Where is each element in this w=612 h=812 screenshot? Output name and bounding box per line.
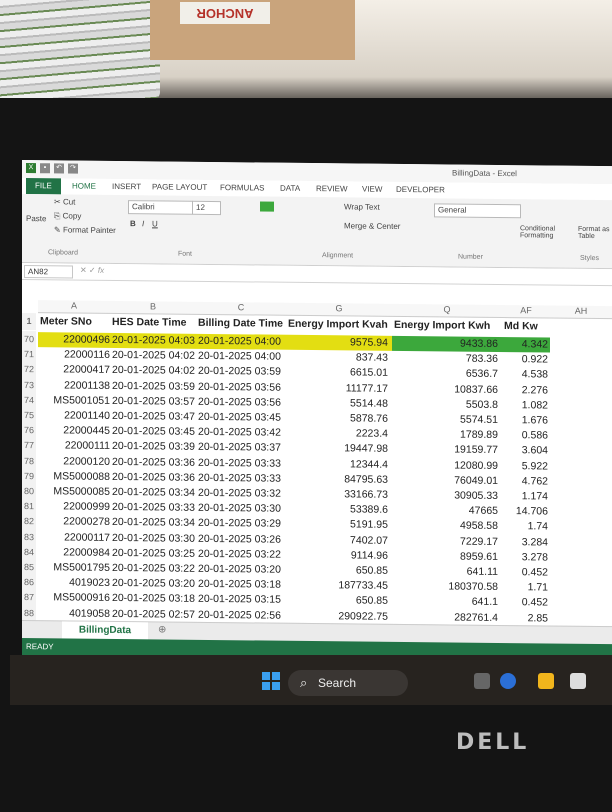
italic-button[interactable]: I [142, 219, 144, 228]
underline-button[interactable]: U [152, 219, 158, 228]
tab-developer[interactable]: DEVELOPER [396, 185, 445, 195]
fx-label: fx [97, 265, 105, 275]
add-sheet-icon[interactable]: ⊕ [158, 624, 166, 635]
conditional-formatting-button[interactable]: Conditional Formatting [520, 225, 570, 240]
fx-icon[interactable]: ✕ ✓ fx [80, 266, 104, 275]
tab-file[interactable]: FILE [26, 178, 61, 195]
windows-start-icon[interactable] [262, 672, 280, 690]
scissors-icon: ✂ [54, 197, 61, 207]
name-box[interactable]: AN82 [24, 265, 73, 279]
folder-icon[interactable] [538, 673, 554, 689]
cardboard-box: ANCHOR [150, 0, 355, 60]
column-header-b[interactable]: B [110, 300, 196, 315]
box-label: ANCHOR [180, 2, 270, 24]
group-label-number: Number [458, 253, 483, 261]
copy-button[interactable]: ⎘ Copy [54, 211, 81, 221]
paper-stack [0, 0, 160, 100]
header-hes-date-time[interactable]: HES Date Time [112, 314, 196, 332]
excel-window: X ▪ ↶ ↷ BillingData - Excel FILE HOME IN… [22, 160, 612, 662]
header-energy-import-kwh[interactable]: Energy Import Kwh [394, 317, 502, 335]
align-middle-button[interactable] [260, 201, 274, 212]
header-md-kw[interactable]: Md Kw [504, 318, 550, 335]
group-label-font: Font [178, 250, 193, 258]
undo-icon[interactable]: ↶ [54, 163, 64, 174]
format-painter-label: Format Painter [62, 225, 116, 235]
format-painter-button[interactable]: ✎ Format Painter [54, 225, 116, 235]
group-label-styles: Styles [580, 254, 600, 263]
column-header-af[interactable]: AF [502, 305, 550, 319]
brush-icon: ✎ [54, 225, 61, 235]
search-label: Search [318, 676, 357, 690]
excel-app-icon: X [26, 163, 36, 174]
font-size-select[interactable]: 12 [192, 200, 221, 216]
ribbon: Paste ✂ Cut ⎘ Copy ✎ Format Painter Cali… [22, 194, 612, 270]
row-number[interactable]: 1 [22, 313, 36, 331]
tab-view[interactable]: VIEW [362, 185, 382, 194]
column-header-q[interactable]: Q [392, 303, 502, 319]
taskbar-search[interactable]: ⌕ Search [288, 670, 408, 696]
window-title: BillingData - Excel [452, 168, 517, 179]
wrap-text-button[interactable]: Wrap Text [344, 202, 380, 211]
font-name-select[interactable]: Calibri [128, 200, 193, 215]
copy-icon: ⎘ [54, 211, 61, 221]
column-header-g[interactable]: G [286, 302, 392, 317]
cut-label: Cut [62, 197, 76, 207]
column-header-ah[interactable]: AH [550, 305, 612, 320]
header-energy-import-kvah[interactable]: Energy Import Kvah [288, 316, 392, 334]
search-icon: ⌕ [300, 675, 308, 690]
header-meter-sno[interactable]: Meter SNo [40, 313, 110, 331]
taskbar-app-icon[interactable] [474, 673, 490, 689]
tab-data[interactable]: DATA [280, 184, 300, 193]
tab-page-layout[interactable]: PAGE LAYOUT [152, 182, 207, 192]
tab-insert[interactable]: INSERT [112, 182, 141, 191]
merge-center-button[interactable]: Merge & Center [344, 221, 400, 231]
redo-icon[interactable]: ↷ [68, 163, 78, 174]
header-billing-date-time[interactable]: Billing Date Time [198, 315, 286, 333]
save-icon[interactable]: ▪ [40, 163, 50, 174]
column-header-a[interactable]: A [38, 300, 110, 314]
taskbar-app-icon[interactable] [500, 673, 516, 689]
tab-formulas[interactable]: FORMULAS [220, 183, 264, 192]
column-header-c[interactable]: C [196, 301, 286, 316]
desk-background: ANCHOR [0, 0, 612, 110]
tab-home[interactable]: HOME [72, 182, 96, 191]
group-label-clipboard: Clipboard [48, 249, 78, 257]
dell-logo: DELL [456, 730, 530, 755]
copy-label: Copy [62, 211, 82, 221]
format-as-table-button[interactable]: Format as Table [578, 226, 612, 240]
store-icon[interactable] [570, 673, 586, 689]
group-label-alignment: Alignment [322, 252, 354, 260]
number-format-select[interactable]: General [434, 203, 521, 219]
bold-button[interactable]: B [130, 219, 136, 228]
tab-review[interactable]: REVIEW [316, 184, 348, 193]
paste-button[interactable]: Paste [26, 214, 46, 223]
cut-button[interactable]: ✂ Cut [54, 197, 75, 206]
